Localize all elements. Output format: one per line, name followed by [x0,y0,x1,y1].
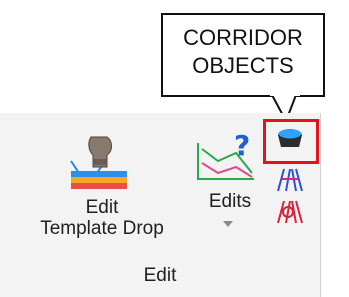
edits-label: Edits [208,191,252,212]
template-drop-icon [70,136,127,189]
edit-template-drop-button[interactable]: Edit Template Drop [22,133,182,253]
edit-template-drop-label: Edit Template Drop [40,197,164,239]
corridor-red-icon[interactable] [274,197,306,227]
chevron-down-icon[interactable] [223,221,233,227]
svg-text:?: ? [234,133,250,162]
group-label-edit: Edit [143,265,177,286]
corridor-objects-highlight [263,119,319,164]
corridor-objects-callout: CORRIDOR OBJECTS [161,13,325,97]
corridor-blue-icon[interactable] [274,165,306,195]
edits-dropdown-button[interactable]: ? Edits [190,133,270,253]
callout-line-2: OBJECTS [192,53,294,78]
callout-line-1: CORRIDOR [183,25,303,50]
edits-icon: ? [197,133,254,180]
